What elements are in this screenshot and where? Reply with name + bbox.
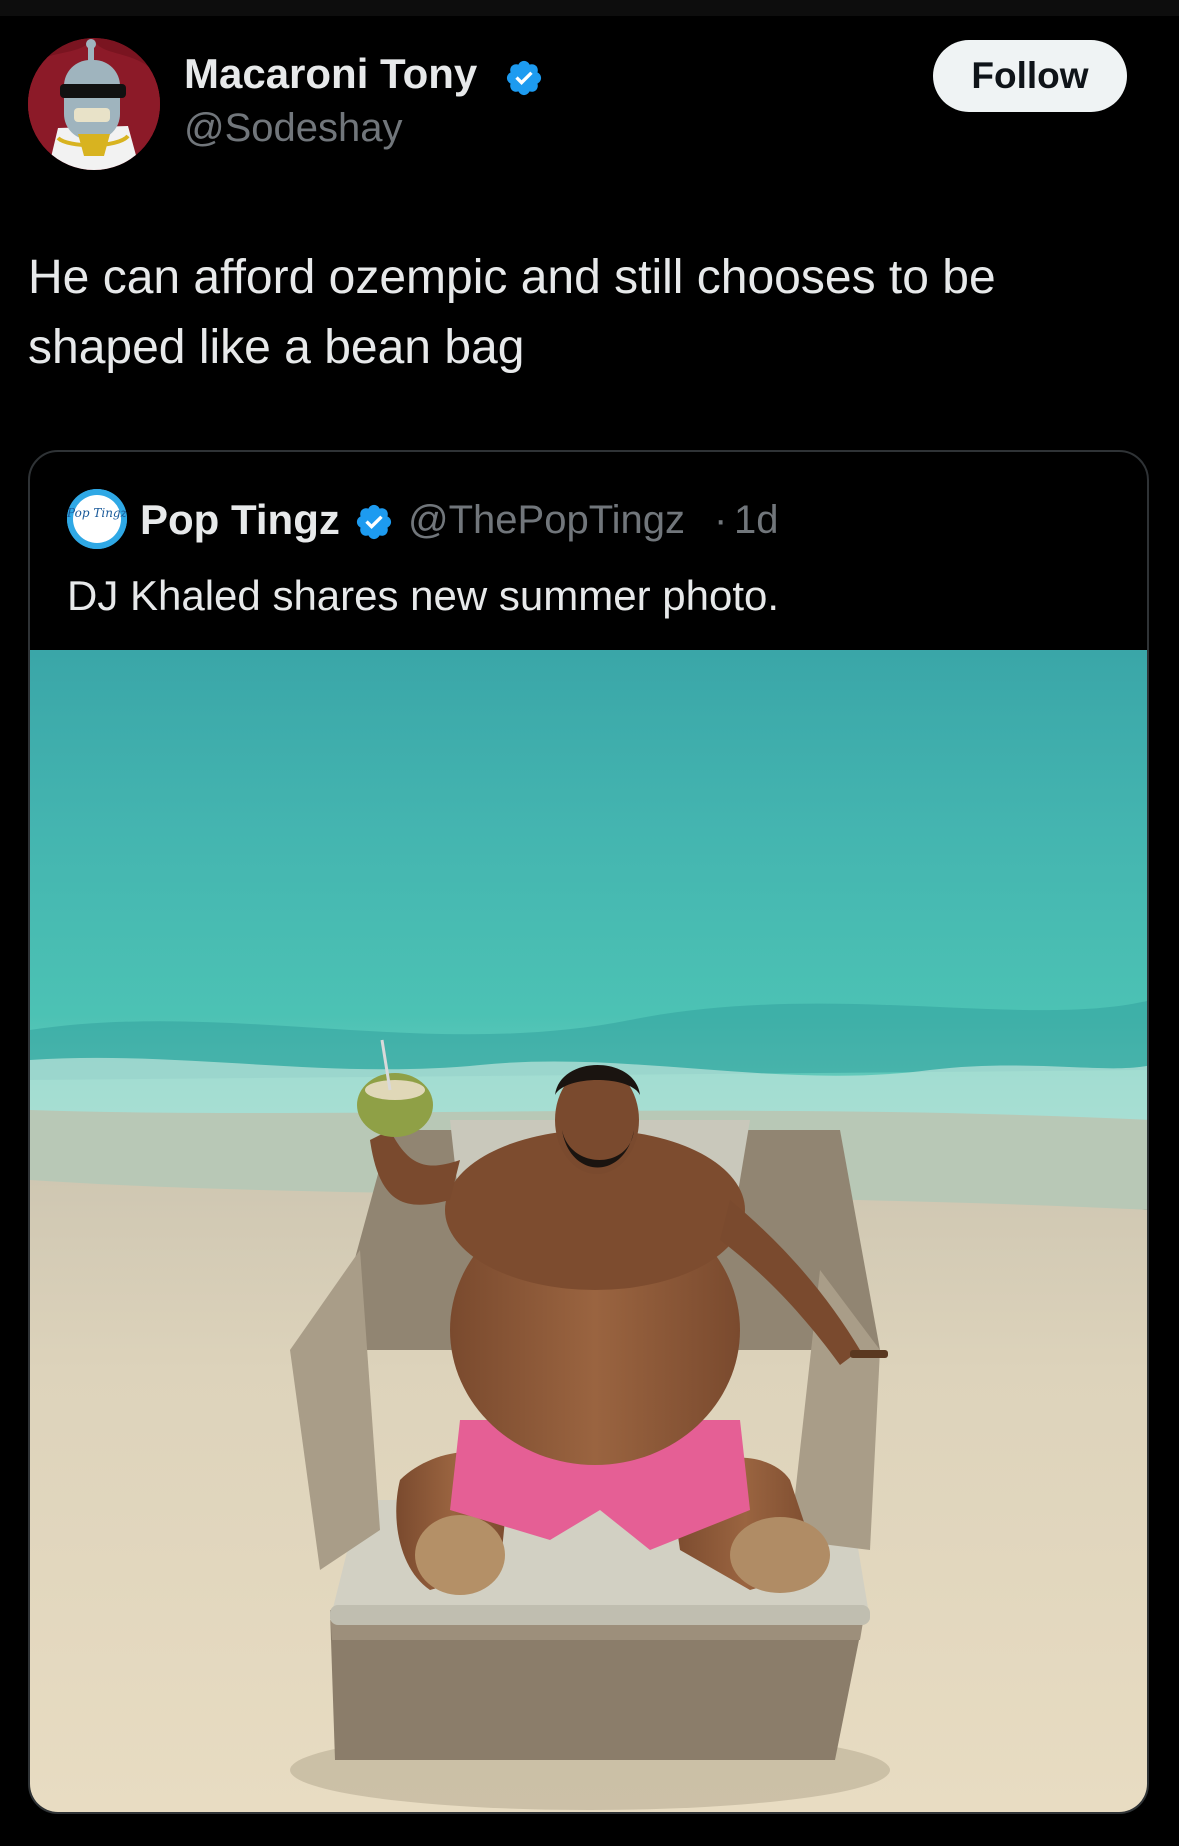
pop-tingz-logo-text: Pop Tingz <box>67 506 127 520</box>
author-avatar[interactable] <box>28 38 160 170</box>
robot-avatar-icon <box>28 38 160 170</box>
beach-photo[interactable] <box>30 650 1147 1812</box>
beach-lounge-chair-photo <box>30 650 1147 1812</box>
quoted-tweet-card[interactable]: Pop Tingz Pop Tingz @ThePopTingz · 1d DJ… <box>28 450 1149 1814</box>
pop-tingz-logo-icon: Pop Tingz <box>67 489 127 549</box>
separator-dot: · <box>714 498 728 542</box>
status-bar <box>0 0 1179 16</box>
quoted-display-name[interactable]: Pop Tingz <box>140 496 340 544</box>
quoted-handle[interactable]: @ThePopTingz <box>408 498 685 543</box>
quoted-author-avatar[interactable]: Pop Tingz <box>67 489 127 549</box>
author-handle[interactable]: @Sodeshay <box>184 106 403 151</box>
author-display-name[interactable]: Macaroni Tony <box>184 50 477 98</box>
follow-button[interactable]: Follow <box>933 40 1127 112</box>
quoted-verified-badge-icon <box>356 504 392 540</box>
tweet-text: He can afford ozempic and still chooses … <box>28 251 996 374</box>
quoted-tweet-text: DJ Khaled shares new summer photo. <box>67 572 780 619</box>
verified-badge-icon <box>506 60 542 96</box>
quoted-timestamp[interactable]: 1d <box>734 498 779 543</box>
